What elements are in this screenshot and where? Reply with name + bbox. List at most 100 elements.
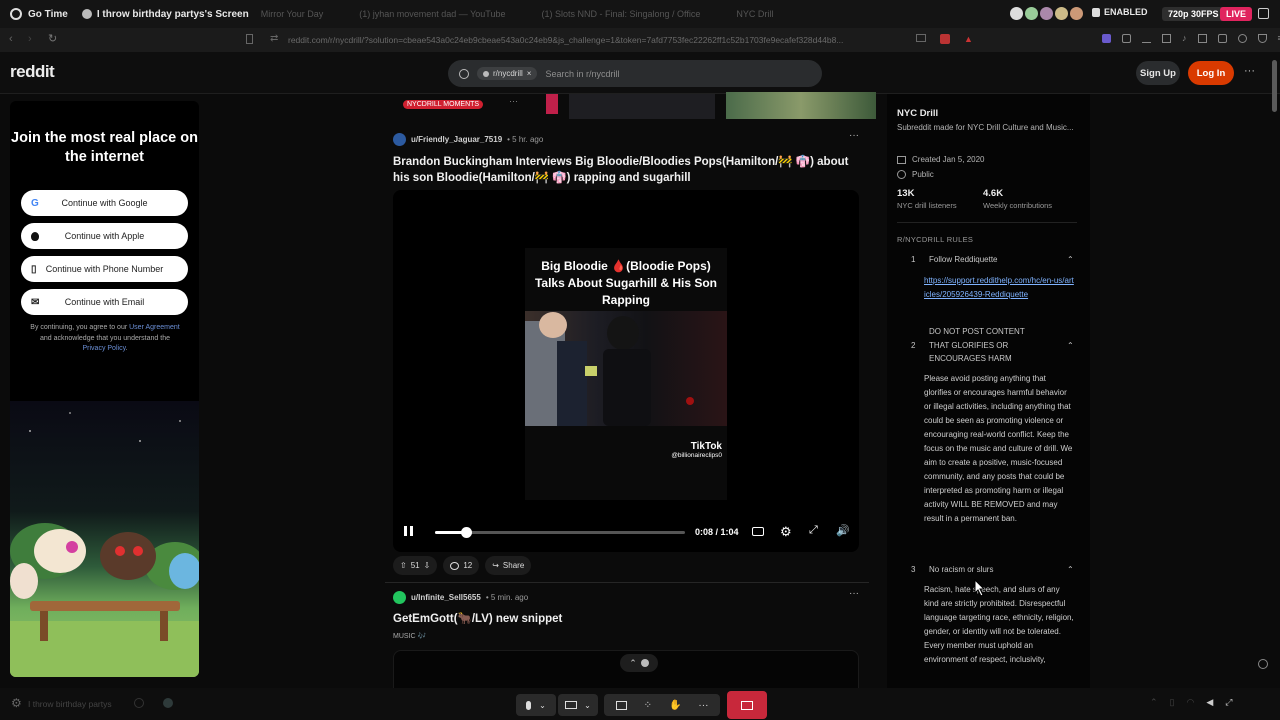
reactions-icon[interactable]: ✋ xyxy=(669,700,681,711)
forward-icon[interactable]: › xyxy=(28,33,32,45)
avatar[interactable] xyxy=(393,591,406,604)
screenshot-icon[interactable] xyxy=(916,34,926,42)
reload-icon[interactable]: ↻ xyxy=(48,32,57,45)
settings-gear-icon[interactable]: ⚙ xyxy=(780,524,792,540)
post-title[interactable]: GetEmGott(🐂/LV) new snippet xyxy=(393,611,562,627)
extension-icon[interactable] xyxy=(1102,34,1111,43)
preview-thumbnail[interactable] xyxy=(546,94,558,114)
download-icon[interactable] xyxy=(1142,34,1151,43)
taskbar-label: I throw birthday partys xyxy=(28,699,112,709)
chevron-up-icon[interactable]: ⌃ xyxy=(1150,697,1158,708)
bookmarks-icon[interactable] xyxy=(1162,34,1171,43)
notification-icon[interactable]: ⤢ xyxy=(1225,697,1232,708)
close-icon[interactable]: × xyxy=(527,69,532,78)
bookmark-icon[interactable] xyxy=(246,34,253,44)
share-button[interactable]: ↪ Share xyxy=(485,556,532,575)
browser-tab-1[interactable]: Mirror Your Day xyxy=(261,9,324,19)
more-options-button[interactable]: ··· xyxy=(1244,65,1255,77)
rule-title: No racism or slurs xyxy=(929,565,994,574)
network-icon[interactable]: ◠ xyxy=(1187,697,1195,708)
chevron-down-icon[interactable]: ⌄ xyxy=(584,701,591,710)
chevron-up-icon[interactable]: ⌃ xyxy=(1067,563,1074,577)
browser-tab-2[interactable]: (1) jyhan movement dad — YouTube xyxy=(359,9,505,19)
vote-count: 51 xyxy=(410,561,420,570)
zoom-icon[interactable] xyxy=(1258,659,1268,669)
settings-gear-icon[interactable]: ⚙ xyxy=(11,696,22,710)
avatar[interactable] xyxy=(393,133,406,146)
privacy-policy-link[interactable]: Privacy Policy xyxy=(83,345,126,352)
continue-google-button[interactable]: G Continue with Google xyxy=(21,190,188,216)
vpn-icon[interactable] xyxy=(1237,34,1247,43)
participants-toggle[interactable]: ⌃ xyxy=(620,654,658,672)
extension-icon[interactable] xyxy=(1122,34,1131,43)
rules-heading: R/NYCDRILL RULES xyxy=(897,235,974,244)
subreddit-chip[interactable]: r/nycdrill × xyxy=(477,67,538,80)
more-options-icon[interactable]: ··· xyxy=(849,130,859,141)
post-card[interactable]: u/Friendly_Jaguar_7519 • 5 hr. ago ··· B… xyxy=(385,126,869,610)
microphone-button[interactable]: ⌄ xyxy=(516,694,556,716)
chevron-down-icon[interactable]: ⌄ xyxy=(539,701,546,710)
user-agreement-link[interactable]: User Agreement xyxy=(129,324,180,331)
post-card[interactable]: u/Infinite_Sell5655 • 5 min. ago ··· Get… xyxy=(385,588,869,700)
comments-button[interactable]: 12 xyxy=(443,556,480,575)
upvote-icon[interactable]: ⇧ xyxy=(400,561,407,570)
post-author[interactable]: u/Infinite_Sell5655 xyxy=(411,593,481,602)
back-icon[interactable]: ‹ xyxy=(9,33,13,45)
screen-share-icon[interactable] xyxy=(615,700,627,710)
participants-avatars[interactable] xyxy=(1010,7,1083,20)
warning-icon[interactable]: ▲ xyxy=(964,34,973,44)
pause-icon[interactable] xyxy=(404,526,413,536)
tray-icon[interactable]: ▯ xyxy=(1170,697,1175,708)
music-icon[interactable]: ♪ xyxy=(1182,34,1187,43)
apps-grid-icon[interactable]: ⁘ xyxy=(644,700,652,711)
captions-icon[interactable] xyxy=(752,527,764,536)
url-bar[interactable]: reddit.com/r/nycdrill/?solution=cbeae543… xyxy=(288,31,928,49)
camera-button[interactable]: ⌄ xyxy=(558,694,598,716)
post-title[interactable]: Brandon Buckingham Interviews Big Bloodi… xyxy=(393,154,863,186)
continue-email-button[interactable]: ✉ Continue with Email xyxy=(21,289,188,315)
volume-icon[interactable]: 🔊 xyxy=(836,524,850,537)
fullscreen-icon[interactable] xyxy=(1258,8,1269,19)
tray-icon[interactable] xyxy=(134,698,144,708)
log-in-button[interactable]: Log In xyxy=(1188,61,1234,85)
end-call-button[interactable] xyxy=(727,691,767,719)
post-author[interactable]: u/Friendly_Jaguar_7519 xyxy=(411,135,502,144)
browser-tab-4[interactable]: NYC Drill xyxy=(736,9,773,19)
controls-group: ⁘ ✋ ··· xyxy=(604,694,720,716)
more-options-icon[interactable]: ··· xyxy=(509,96,518,106)
search-bar[interactable]: r/nycdrill × Search in r/nycdrill xyxy=(448,60,822,87)
continue-apple-button[interactable]: Continue with Apple xyxy=(21,223,188,249)
page-scrollbar[interactable] xyxy=(1272,60,1277,112)
cake-icon xyxy=(897,156,906,164)
rule-1-link[interactable]: https://support.reddithelp.com/hc/en-us/… xyxy=(924,274,1074,302)
post-flair: MUSIC 🎶 xyxy=(393,633,427,640)
more-options-icon[interactable]: ··· xyxy=(849,588,859,599)
more-options-icon[interactable]: ··· xyxy=(698,700,708,711)
post-actions: ⇧ 51 ⇩ 12 ↪ Share xyxy=(393,556,532,575)
expand-icon[interactable]: ⤢ xyxy=(809,524,818,537)
created-row: Created Jan 5, 2020 xyxy=(897,153,985,167)
video-scrubber-handle[interactable] xyxy=(461,527,473,538)
chevron-up-icon[interactable]: ⌃ xyxy=(1067,253,1074,267)
continue-phone-button[interactable]: ▯ Continue with Phone Number xyxy=(21,256,188,282)
volume-icon[interactable]: ◀ xyxy=(1206,697,1213,708)
shield-icon[interactable] xyxy=(1257,34,1267,43)
post-feed: NYCDRILL MOMENTS ··· u/Friendly_Jaguar_7… xyxy=(385,92,876,700)
sidebar-icon[interactable] xyxy=(1197,34,1207,43)
browser-tab-3[interactable]: (1) Slots NND - Final: Singalong / Offic… xyxy=(542,9,701,19)
video-player[interactable]: Big Bloodie 🩸(Bloodie Pops) Talks About … xyxy=(393,190,859,552)
extension-red-icon[interactable] xyxy=(940,34,950,44)
sign-up-button[interactable]: Sign Up xyxy=(1136,61,1180,85)
wallet-icon[interactable] xyxy=(1217,34,1227,43)
downvote-icon[interactable]: ⇩ xyxy=(424,561,431,570)
subreddit-description: Subreddit made for NYC Drill Culture and… xyxy=(897,123,1074,132)
site-info-icon[interactable]: ⇄ xyxy=(270,33,278,44)
preview-thumbnail[interactable] xyxy=(569,94,715,119)
search-input[interactable]: Search in r/nycdrill xyxy=(545,69,619,79)
preview-thumbnail[interactable] xyxy=(726,92,876,119)
chevron-up-icon[interactable]: ⌃ xyxy=(1067,339,1074,353)
video-progress-track[interactable] xyxy=(435,527,685,538)
reddit-logo[interactable]: reddit xyxy=(10,62,55,82)
meeting-controls-bar: ⚙ I throw birthday partys ⌃ ⌄ ⌄ ⁘ ✋ ··· … xyxy=(0,654,1280,720)
tray-icon[interactable] xyxy=(163,698,173,708)
